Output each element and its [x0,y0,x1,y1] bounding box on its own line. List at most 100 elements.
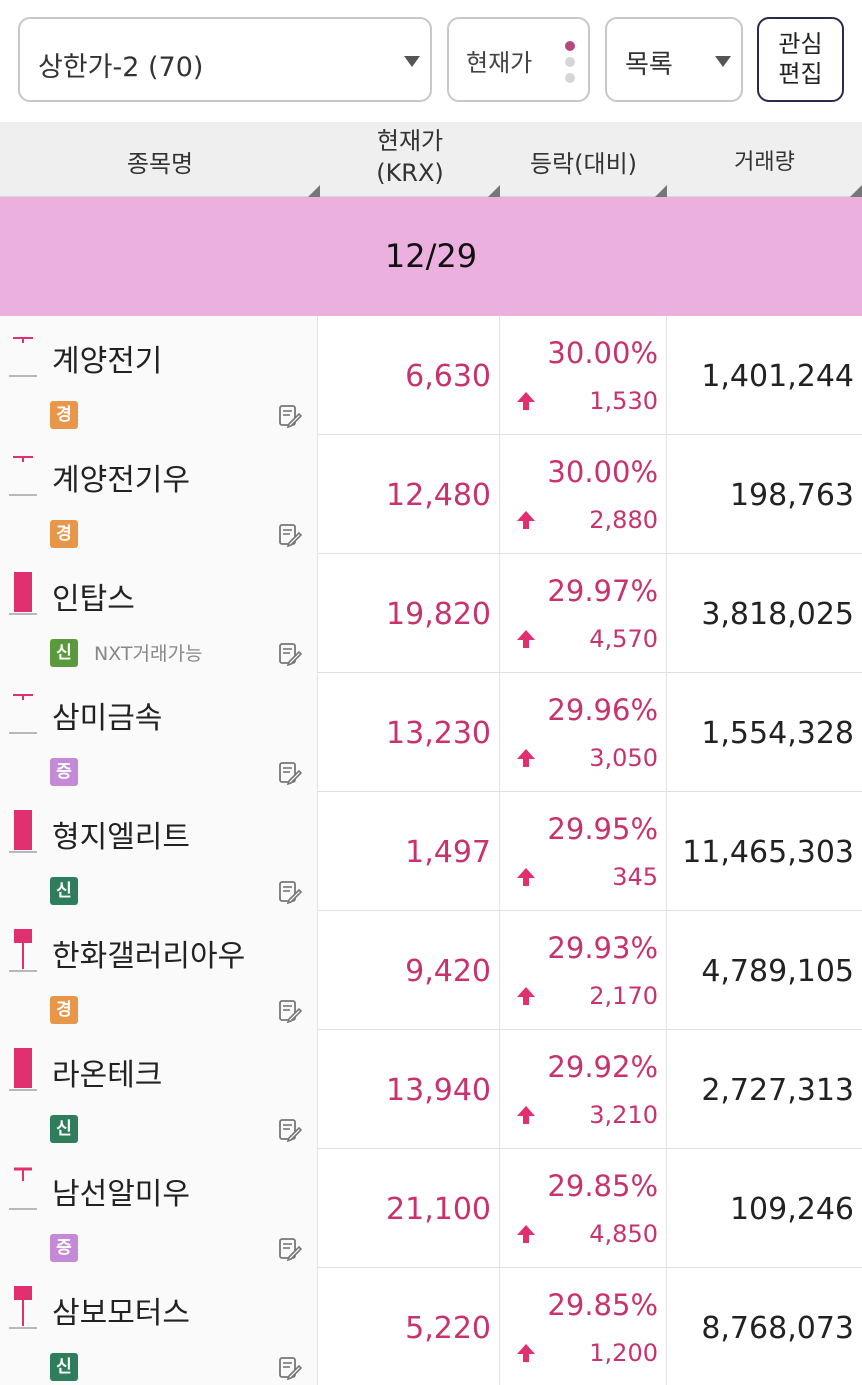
up-arrow-icon [516,867,536,887]
current-price-cell: 12,480 [318,435,500,554]
candlestick-icon [9,572,37,620]
price-sort-button[interactable]: 현재가 [447,17,590,102]
stock-name: 계양전기우 [52,463,190,498]
memo-edit-icon[interactable] [278,999,303,1024]
change-cell: 29.93% 2,170 [500,911,667,1030]
stock-name-cell[interactable]: 인탑스 신 NXT거래가능 [0,554,318,673]
up-arrow-icon [516,986,536,1006]
up-arrow-icon [516,1224,536,1244]
nxt-tradable-label: NXT거래가능 [94,643,203,665]
volume: 2,727,313 [701,1073,854,1108]
table-row[interactable]: 한화갤러리아우 경 9,420 29.93% 2,170 4,789,105 [0,911,862,1030]
current-price-cell: 6,630 [318,316,500,435]
change-amount: 2,170 [589,982,658,1010]
header-price[interactable]: 현재가 (KRX) [320,122,500,197]
table-header: 종목명 현재가 (KRX) 등락(대비) 거래량 [0,122,862,197]
candlestick-icon [9,334,37,382]
stock-name-cell[interactable]: 형지엘리트 신 [0,792,318,911]
sort-corner-icon [488,185,500,197]
stock-name-cell[interactable]: 계양전기 경 [0,316,318,435]
memo-edit-icon[interactable] [278,523,303,548]
volume: 109,246 [729,1192,854,1227]
change-amount: 345 [612,863,658,891]
candlestick-icon [9,1048,37,1096]
condition-select-label: 상한가-2 (70) [38,52,204,83]
current-price: 19,820 [386,597,491,632]
current-price: 13,940 [386,1073,491,1108]
volume-cell: 11,465,303 [667,792,862,911]
up-arrow-icon [516,629,536,649]
stock-name-cell[interactable]: 한화갤러리아우경 [0,911,318,1030]
table-row[interactable]: 형지엘리트 신 1,497 29.95% 345 11,465,303 [0,792,862,911]
table-row[interactable]: 삼미금속 증 13,230 29.96% 3,050 1,554,328 [0,673,862,792]
up-arrow-icon [516,1105,536,1125]
change-cell: 29.96% 3,050 [500,673,667,792]
table-row[interactable]: 삼보모터스 신 5,220 29.85% 1,200 8,768,073 [0,1268,862,1385]
candlestick-icon [9,1286,37,1334]
memo-edit-icon[interactable] [278,1237,303,1262]
change-cell: 29.85% 4,850 [500,1149,667,1268]
date-group-header: 12/29 [0,197,862,316]
table-row[interactable]: 라온테크 신 13,940 29.92% 3,210 2,727,313 [0,1030,862,1149]
sort-corner-icon [850,185,862,197]
change-amount: 4,570 [589,625,658,653]
candlestick-icon [9,810,37,858]
header-name[interactable]: 종목명 [0,122,320,197]
price-sort-label: 현재가 [466,49,533,77]
condition-select[interactable]: 상한가-2 (70) [18,17,432,102]
change-rate: 30.00% [547,336,658,370]
edit-label-line2: 편집 [778,60,823,88]
memo-edit-icon[interactable] [278,761,303,786]
memo-edit-icon[interactable] [278,1118,303,1143]
change-amount: 2,880 [589,506,658,534]
change-amount: 3,050 [589,744,658,772]
memo-edit-icon[interactable] [278,642,303,667]
chevron-down-icon [715,56,731,67]
market-badge: 증 [50,758,78,786]
volume: 1,401,244 [701,359,854,394]
current-price: 1,497 [405,835,491,870]
volume: 11,465,303 [682,835,854,870]
sort-indicator-dot-icon [565,73,575,83]
table-row[interactable]: 남선알미우 증 21,100 29.85% 4,850 109,246 [0,1149,862,1268]
change-cell: 29.92% 3,210 [500,1030,667,1149]
current-price-cell: 19,820 [318,554,500,673]
stock-name-cell[interactable]: 남선알미우 증 [0,1149,318,1268]
change-cell: 29.95% 345 [500,792,667,911]
change-rate: 29.92% [547,1050,658,1084]
stock-name-cell[interactable]: 삼보모터스 신 [0,1268,318,1385]
market-badge: 신 [50,639,78,667]
memo-edit-icon[interactable] [278,404,303,429]
volume-cell: 1,401,244 [667,316,862,435]
header-name-label: 종목명 [126,150,194,178]
change-rate: 29.97% [547,574,658,608]
header-volume[interactable]: 거래량 [667,122,862,197]
table-row[interactable]: 계양전기우 경 12,480 30.00% 2,880 198,763 [0,435,862,554]
stock-name-cell[interactable]: 라온테크 신 [0,1030,318,1149]
view-mode-select[interactable]: 목록 [605,17,743,102]
change-rate: 29.95% [547,812,658,846]
memo-edit-icon[interactable] [278,1356,303,1381]
stock-name-cell[interactable]: 삼미금속 증 [0,673,318,792]
up-arrow-icon [516,391,536,411]
candlestick-icon [9,691,37,739]
stock-name: 계양전기 [52,344,163,379]
stock-name-cell[interactable]: 계양전기우 경 [0,435,318,554]
header-rate[interactable]: 등락(대비) [500,122,667,197]
market-badge: 신 [50,1353,78,1381]
current-price: 9,420 [405,954,491,989]
volume: 1,554,328 [701,716,854,751]
header-rate-label: 등락(대비) [529,150,638,178]
table-row[interactable]: 인탑스 신 NXT거래가능 19,820 29.97% 4,570 3,818,025 [0,554,862,673]
watchlist-edit-button[interactable]: 관심 편집 [757,17,844,102]
edit-label-line1: 관심 [778,30,823,58]
memo-edit-icon[interactable] [278,880,303,905]
current-price: 6,630 [405,359,491,394]
change-amount: 1,200 [589,1339,658,1367]
market-badge: 경 [50,996,78,1024]
change-cell: 30.00% 1,530 [500,316,667,435]
sort-corner-icon [308,185,320,197]
table-row[interactable]: 계양전기 경 6,630 30.00% 1,530 1,401,244 [0,316,862,435]
stock-name: 한화갤러리아우 [52,939,246,974]
change-rate: 30.00% [547,455,658,489]
